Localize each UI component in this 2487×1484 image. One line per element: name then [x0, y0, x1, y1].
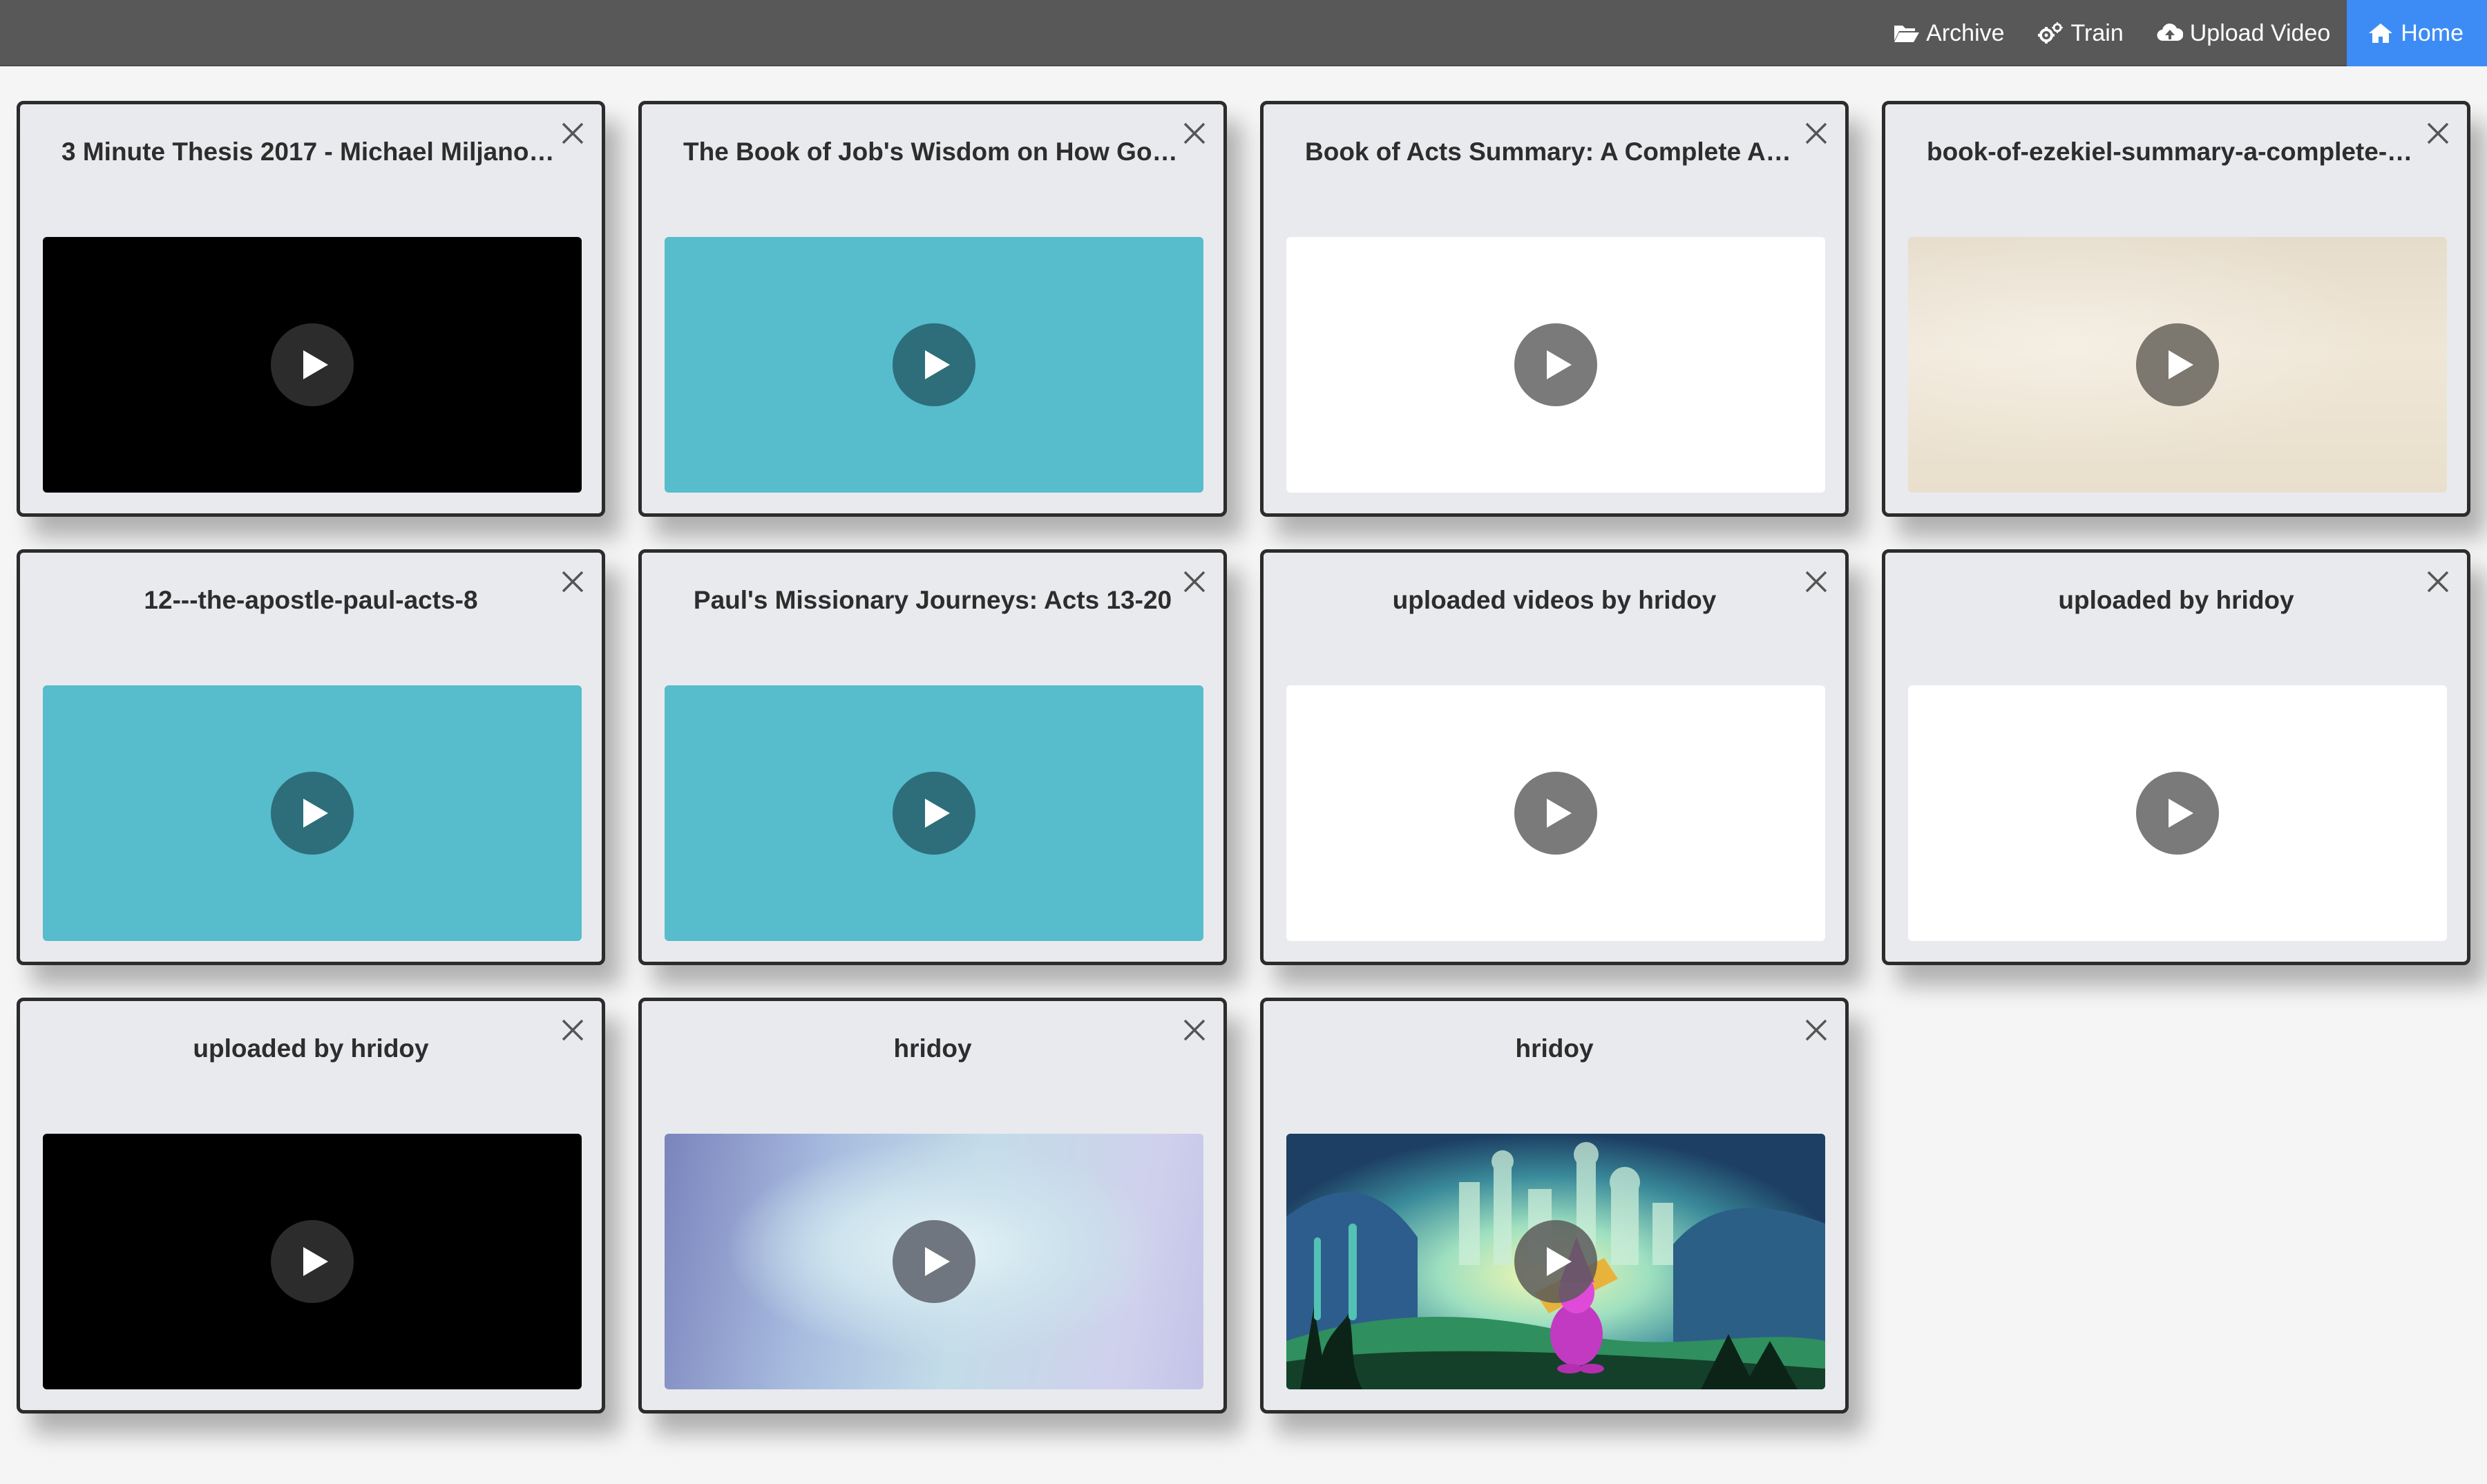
play-button[interactable] [1514, 1220, 1597, 1303]
video-title: hridoy [893, 1034, 972, 1063]
video-thumbnail[interactable] [665, 1134, 1203, 1389]
play-icon [1547, 799, 1572, 828]
top-navbar: Archive Train Upload Video Home [0, 0, 2487, 66]
play-icon [925, 350, 950, 379]
play-button[interactable] [893, 323, 975, 406]
play-icon [925, 799, 950, 828]
video-card[interactable]: uploaded videos by hridoy [1260, 549, 1849, 965]
play-icon [303, 350, 328, 379]
video-card[interactable]: Paul's Missionary Journeys: Acts 13-20 [638, 549, 1227, 965]
play-button[interactable] [893, 772, 975, 855]
play-button[interactable] [1514, 772, 1597, 855]
play-icon [303, 799, 328, 828]
play-button[interactable] [2136, 772, 2219, 855]
video-title: hridoy [1515, 1034, 1594, 1063]
close-icon [562, 571, 584, 593]
video-title: book-of-ezekiel-summary-a-complete-anima… [1927, 137, 2426, 166]
video-card[interactable]: uploaded by hridoy [1882, 549, 2470, 965]
nav-home-label: Home [2401, 19, 2464, 46]
play-button[interactable] [271, 772, 354, 855]
video-title: Book of Acts Summary: A Complete Animate… [1305, 137, 1804, 166]
video-card[interactable]: Book of Acts Summary: A Complete Animate… [1260, 101, 1849, 517]
video-card[interactable]: hridoy [638, 998, 1227, 1414]
close-icon [2427, 571, 2449, 593]
close-icon [2427, 122, 2449, 144]
video-thumbnail[interactable] [1908, 685, 2447, 941]
play-button[interactable] [2136, 323, 2219, 406]
play-button[interactable] [271, 1220, 354, 1303]
play-icon [2169, 799, 2193, 828]
video-title: Paul's Missionary Journeys: Acts 13-20 [693, 586, 1172, 614]
video-card[interactable]: The Book of Job's Wisdom on How God Runs… [638, 101, 1227, 517]
nav-archive-label: Archive [1926, 19, 2005, 46]
close-button[interactable] [1181, 568, 1208, 596]
home-icon [2369, 23, 2393, 43]
close-button[interactable] [559, 1016, 587, 1044]
close-button[interactable] [1181, 1016, 1208, 1044]
close-button[interactable] [1802, 568, 1830, 596]
video-thumbnail[interactable] [43, 1134, 582, 1389]
video-thumbnail[interactable] [43, 237, 582, 493]
close-icon [562, 1019, 584, 1041]
nav-home[interactable]: Home [2347, 0, 2487, 66]
video-thumbnail[interactable] [1286, 685, 1825, 941]
video-title: The Book of Job's Wisdom on How God Runs… [683, 137, 1182, 166]
close-icon [1805, 122, 1827, 144]
close-icon [1183, 122, 1206, 144]
close-button[interactable] [2424, 120, 2452, 147]
play-icon [303, 1247, 328, 1276]
nav-upload-label: Upload Video [2189, 19, 2331, 46]
nav-archive[interactable]: Archive [1876, 0, 2021, 66]
close-button[interactable] [559, 120, 587, 147]
close-icon [1805, 1019, 1827, 1041]
close-icon [1805, 571, 1827, 593]
close-icon [1183, 1019, 1206, 1041]
video-title: uploaded by hridoy [2058, 586, 2294, 614]
play-icon [2169, 350, 2193, 379]
cloud-upload-icon [2157, 23, 2183, 41]
video-title: uploaded videos by hridoy [1392, 586, 1717, 614]
close-button[interactable] [2424, 568, 2452, 596]
video-card[interactable]: book-of-ezekiel-summary-a-complete-anima… [1882, 101, 2470, 517]
play-button[interactable] [1514, 323, 1597, 406]
nav-menu: Archive Train Upload Video Home [1876, 0, 2487, 66]
video-card[interactable]: 12---the-apostle-paul-acts-8 [17, 549, 605, 965]
play-icon [925, 1247, 950, 1276]
gears-icon [2037, 22, 2063, 44]
close-icon [1183, 571, 1206, 593]
close-icon [562, 122, 584, 144]
play-button[interactable] [893, 1220, 975, 1303]
video-title: 12---the-apostle-paul-acts-8 [144, 586, 478, 614]
close-button[interactable] [1181, 120, 1208, 147]
play-button[interactable] [271, 323, 354, 406]
video-thumbnail[interactable] [1286, 237, 1825, 493]
nav-train[interactable]: Train [2021, 0, 2140, 66]
play-icon [1547, 1247, 1572, 1276]
play-icon [1547, 350, 1572, 379]
close-button[interactable] [559, 568, 587, 596]
nav-train-label: Train [2070, 19, 2124, 46]
video-thumbnail[interactable] [665, 685, 1203, 941]
folder-open-icon [1894, 26, 1920, 42]
video-card[interactable]: uploaded by hridoy [17, 998, 605, 1414]
video-thumbnail[interactable] [43, 685, 582, 941]
video-grid: 3 Minute Thesis 2017 - Michael Miljanovi… [17, 101, 2470, 1414]
video-title: uploaded by hridoy [193, 1034, 429, 1063]
close-button[interactable] [1802, 120, 1830, 147]
video-thumbnail[interactable] [1286, 1134, 1825, 1389]
close-button[interactable] [1802, 1016, 1830, 1044]
video-card[interactable]: hridoy [1260, 998, 1849, 1414]
nav-upload-video[interactable]: Upload Video [2140, 0, 2347, 66]
video-thumbnail[interactable] [1908, 237, 2447, 493]
video-card[interactable]: 3 Minute Thesis 2017 - Michael Miljanovi… [17, 101, 605, 517]
video-thumbnail[interactable] [665, 237, 1203, 493]
video-title: 3 Minute Thesis 2017 - Michael Miljanovi… [61, 137, 560, 166]
